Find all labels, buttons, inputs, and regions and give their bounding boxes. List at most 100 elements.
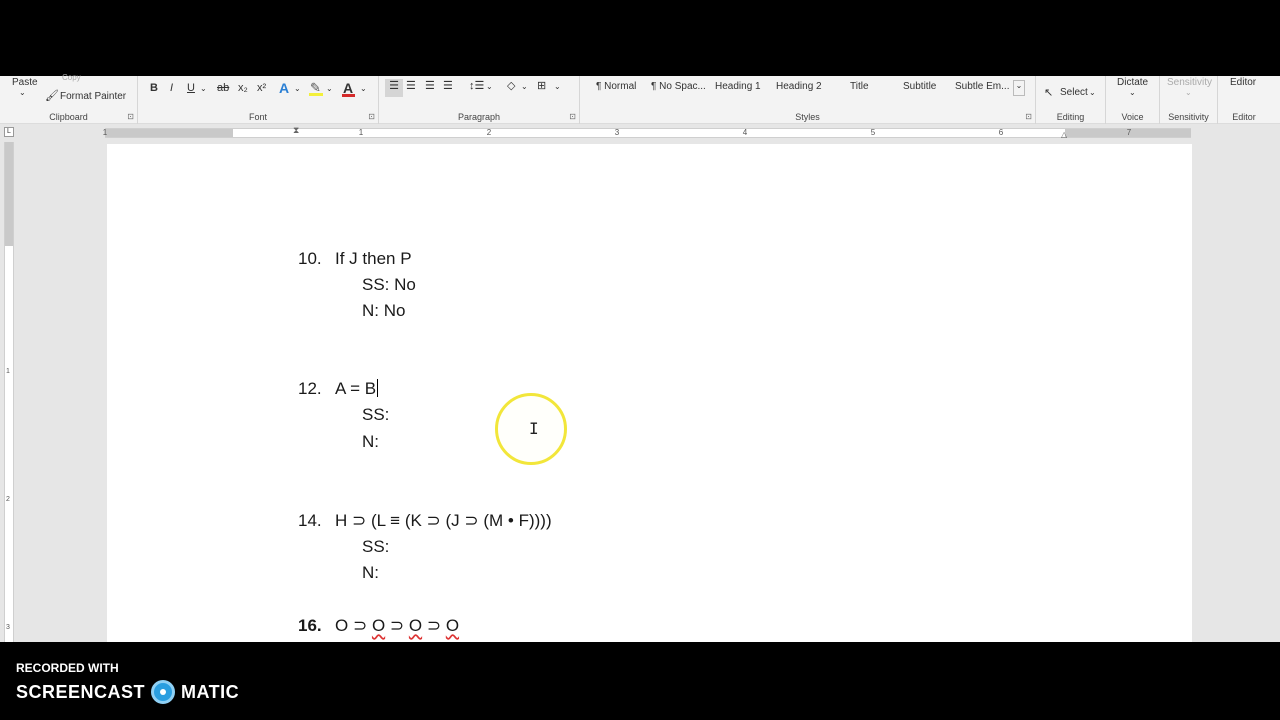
paragraph-launcher-icon[interactable]: ⊡ [569, 112, 576, 121]
question-12-line: A = B [335, 379, 379, 399]
question-10-n: N: No [362, 301, 406, 320]
select-button[interactable]: Select [1060, 87, 1088, 98]
font-color-dropdown-icon[interactable]: ⌄ [360, 84, 367, 93]
watermark-right: MATIC [181, 681, 240, 702]
style-no-spacing[interactable]: ¶ No Spac... [651, 81, 706, 92]
text-effects-dropdown-icon[interactable]: ⌄ [294, 84, 301, 93]
question-10-number: 10. [298, 249, 322, 268]
font-group: B I U ⌄ ab x₂ x² A ⌄ ✎ ⌄ A ⌄ Font ⊡ [138, 76, 379, 124]
format-painter-icon: 🖌 [45, 90, 59, 102]
editor-button[interactable]: Editor [1230, 77, 1256, 88]
question-12-ss: SS: [362, 405, 390, 424]
sensitivity-button[interactable]: Sensitivity [1167, 77, 1212, 88]
bold-button[interactable]: B [150, 82, 158, 94]
vruler-number: 1 [6, 368, 10, 375]
ruler-number: 1 [358, 128, 364, 137]
copy-button[interactable]: Copy [62, 73, 81, 82]
style-heading-2[interactable]: Heading 2 [776, 81, 822, 92]
strikethrough-button[interactable]: ab [217, 82, 229, 94]
ibeam-cursor-icon: I [529, 419, 539, 438]
vertical-scrollbar[interactable] [1274, 142, 1280, 642]
question-16-text: O ⊃ O ⊃ O ⊃ O [335, 616, 459, 636]
question-10-ss: SS: No [362, 275, 416, 294]
align-center-icon[interactable]: ☰ [406, 79, 416, 92]
styles-label: Styles [795, 112, 820, 122]
styles-launcher-icon[interactable]: ⊡ [1025, 112, 1032, 121]
clipboard-launcher-icon[interactable]: ⊡ [127, 112, 134, 121]
dictate-button[interactable]: Dictate [1117, 77, 1148, 88]
paste-button[interactable]: Paste [12, 77, 38, 88]
ruler-number: 5 [870, 128, 876, 137]
q16-part-misspelled: O [371, 616, 386, 635]
question-14-ss: SS: [362, 537, 390, 556]
align-right-icon[interactable]: ☰ [425, 79, 435, 92]
style-subtle-emphasis[interactable]: Subtle Em... [955, 81, 1009, 92]
watermark-brand: SCREENCAST MATIC [16, 680, 239, 704]
editor-group: Editor Editor [1218, 76, 1270, 124]
style-normal[interactable]: ¶ Normal [596, 81, 636, 92]
vertical-ruler[interactable]: 1 2 3 [4, 142, 14, 642]
underline-button[interactable]: U [187, 82, 195, 94]
font-launcher-icon[interactable]: ⊡ [368, 112, 375, 121]
right-indent-marker-icon[interactable]: △ [1061, 130, 1067, 139]
borders-dropdown-icon[interactable]: ⌄ [554, 82, 561, 91]
q16-part-misspelled: O [408, 616, 423, 635]
justify-icon[interactable]: ☰ [443, 79, 453, 92]
ruler-number: 2 [486, 128, 492, 137]
ribbon: Paste ⌄ Copy 🖌 Format Painter Clipboard … [0, 73, 1280, 124]
vruler-number: 2 [6, 496, 10, 503]
text-caret [377, 379, 379, 397]
style-title[interactable]: Title [850, 81, 869, 92]
italic-button[interactable]: I [170, 82, 173, 94]
clipboard-group: Paste ⌄ Copy 🖌 Format Painter Clipboard … [0, 73, 138, 124]
q16-part: ⊃ [422, 616, 446, 635]
question-16-number: 16. [298, 616, 322, 635]
style-heading-1[interactable]: Heading 1 [715, 81, 761, 92]
paragraph-label: Paragraph [457, 112, 501, 122]
q16-part: ⊃ [348, 616, 372, 635]
ruler-number: 3 [614, 128, 620, 137]
ruler-number: 6 [998, 128, 1004, 137]
highlight-dropdown-icon[interactable]: ⌄ [326, 84, 333, 93]
ruler-left-margin [105, 129, 233, 137]
style-subtitle[interactable]: Subtitle [903, 81, 936, 92]
question-12-number: 12. [298, 379, 322, 398]
align-left-icon[interactable]: ☰ [385, 79, 403, 97]
underline-dropdown-icon[interactable]: ⌄ [200, 84, 207, 93]
select-icon: ↖ [1044, 87, 1054, 99]
document-page[interactable]: 10. If J then P SS: No N: No 12. A = B S… [107, 144, 1192, 642]
question-12-n: N: [362, 432, 379, 451]
superscript-button[interactable]: x² [257, 82, 266, 94]
shading-dropdown-icon[interactable]: ⌄ [521, 82, 528, 91]
voice-group: Dictate ⌄ Voice [1106, 76, 1160, 124]
sensitivity-dropdown-icon[interactable]: ⌄ [1185, 88, 1192, 97]
paste-dropdown-icon[interactable]: ⌄ [19, 88, 26, 97]
shading-icon[interactable]: ◇ [507, 79, 515, 92]
indent-marker-icon[interactable]: ⧗ [293, 125, 299, 136]
paragraph-group: ☰ ☰ ☰ ☰ ↕☰ ⌄ ◇ ⌄ ⊞ ⌄ Paragraph ⊡ [379, 76, 580, 124]
question-12-text: A = B [335, 379, 377, 398]
subscript-button[interactable]: x₂ [238, 82, 248, 94]
horizontal-ruler[interactable]: 1 1 2 3 4 5 6 7 ⧗ △ [103, 125, 1191, 139]
voice-label: Voice [1121, 112, 1144, 122]
vruler-number: 3 [6, 624, 10, 631]
font-color-bar [342, 94, 355, 97]
dictate-dropdown-icon[interactable]: ⌄ [1129, 88, 1136, 97]
select-dropdown-icon[interactable]: ⌄ [1089, 88, 1096, 97]
question-10-text: If J then P [335, 249, 412, 268]
line-spacing-dropdown-icon[interactable]: ⌄ [486, 82, 493, 91]
ruler-number: 4 [742, 128, 748, 137]
horizontal-ruler-row: L 1 1 2 3 4 5 6 7 ⧗ △ [0, 124, 1280, 142]
format-painter-button[interactable]: Format Painter [60, 91, 126, 102]
editing-group: ↖ Select ⌄ Editing [1036, 76, 1106, 124]
screencast-logo-icon [151, 680, 176, 704]
font-label: Font [248, 112, 267, 122]
text-effects-button[interactable]: A [279, 80, 289, 96]
line-spacing-icon[interactable]: ↕☰ [469, 79, 484, 92]
highlight-color-bar [309, 93, 323, 96]
document-area: 1 2 3 10. If J then P SS: No N: No 12. A… [0, 142, 1280, 642]
styles-more-icon[interactable]: ⌄ [1013, 80, 1025, 96]
question-14-n: N: [362, 563, 379, 582]
tab-selector-button[interactable]: L [4, 127, 14, 137]
borders-icon[interactable]: ⊞ [537, 79, 546, 92]
